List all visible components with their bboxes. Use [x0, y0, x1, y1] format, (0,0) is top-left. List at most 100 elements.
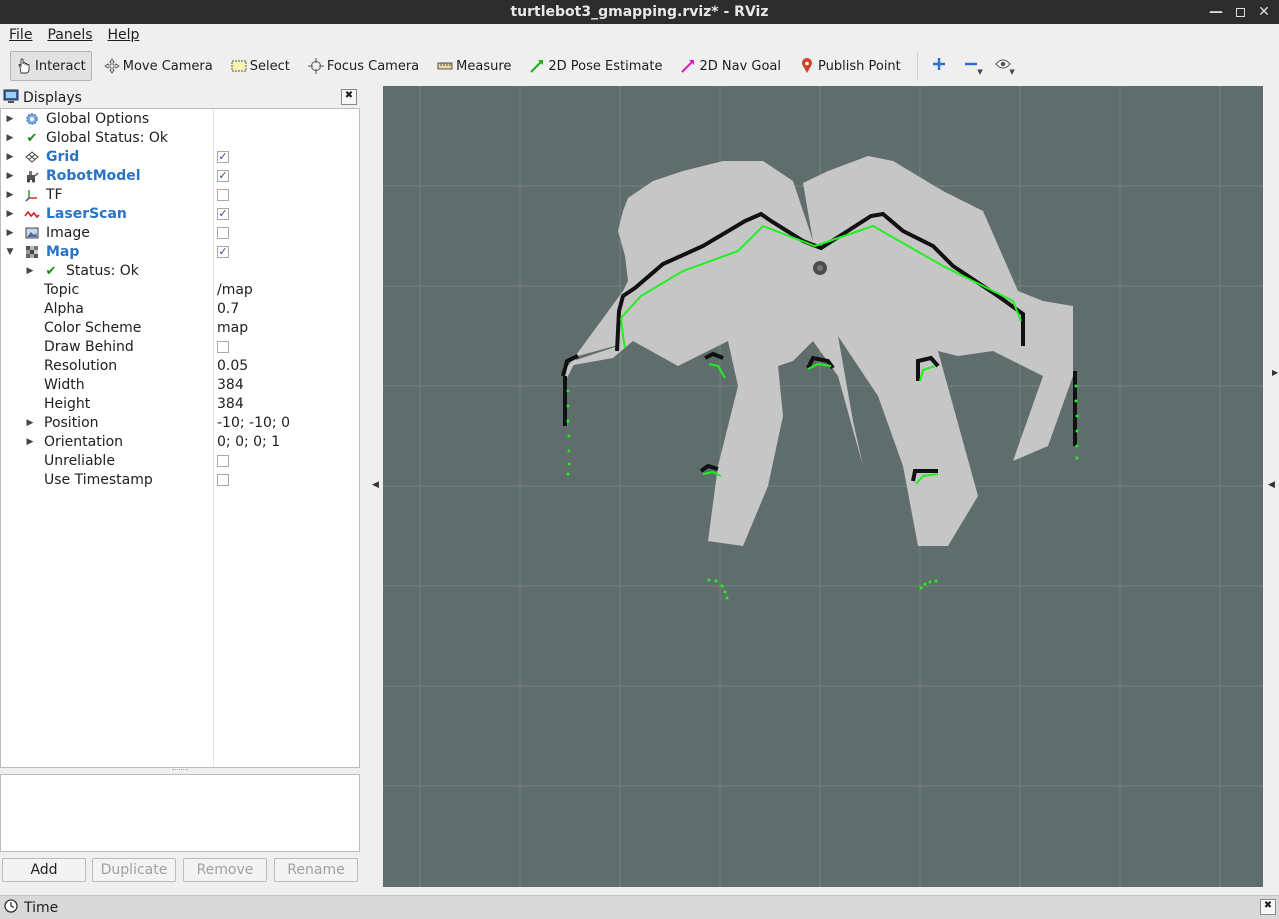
- map-width-value: 384: [217, 377, 244, 393]
- menu-panels[interactable]: Panels: [38, 27, 98, 43]
- robot-marker: [813, 261, 827, 275]
- map-position-value: -10; -10; 0: [217, 415, 290, 431]
- map-height-row[interactable]: Height 384: [1, 395, 359, 414]
- window-titlebar: turtlebot3_gmapping.rviz* - RViz — ✕: [0, 0, 1279, 24]
- focus-camera-tool-button[interactable]: Focus Camera: [302, 51, 425, 81]
- select-tool-button[interactable]: Select: [225, 51, 296, 81]
- use-timestamp-checkbox[interactable]: [217, 474, 229, 486]
- rename-button[interactable]: Rename: [274, 858, 358, 882]
- map-pin-icon: [798, 57, 816, 75]
- displays-close-button[interactable]: ✖: [341, 89, 357, 105]
- robot-icon: [24, 168, 40, 184]
- tree-row-image[interactable]: ▶ Image: [1, 224, 359, 243]
- dropdown-arrow-icon: ▼: [977, 68, 983, 76]
- viewport-canvas[interactable]: [383, 86, 1263, 887]
- draw-behind-checkbox[interactable]: [217, 341, 229, 353]
- grid-enable-checkbox[interactable]: ✓: [217, 151, 229, 163]
- time-close-button[interactable]: ✖: [1260, 899, 1276, 915]
- map-position-row[interactable]: ▶ Position -10; -10; 0: [1, 414, 359, 433]
- eye-icon: [995, 58, 1011, 74]
- unreliable-checkbox[interactable]: [217, 455, 229, 467]
- displays-title: Displays: [23, 90, 82, 106]
- image-enable-checkbox[interactable]: [217, 227, 229, 239]
- map-enable-checkbox[interactable]: ✓: [217, 246, 229, 258]
- remove-tool-button[interactable]: ▼: [958, 51, 984, 81]
- displays-tree: ▶ Global Options ▶ ✔ Global Status: Ok ▶…: [0, 108, 360, 768]
- laser-wave-icon: [24, 206, 40, 222]
- map-alpha-value[interactable]: 0.7: [217, 300, 239, 319]
- tree-row-grid[interactable]: ▶ Grid ✓: [1, 148, 359, 167]
- expand-arrow-icon[interactable]: ▶: [25, 414, 35, 433]
- checkmark-icon: ✔: [45, 263, 57, 279]
- expand-right-arrow-icon[interactable]: ▶: [1272, 368, 1278, 377]
- render-viewport[interactable]: [383, 86, 1263, 887]
- map-orientation-row[interactable]: ▶ Orientation 0; 0; 0; 1: [1, 433, 359, 452]
- monitor-icon: [3, 88, 19, 108]
- map-status-row[interactable]: ▶ ✔ Status: Ok: [1, 262, 359, 281]
- nav-goal-tool-button[interactable]: 2D Nav Goal: [674, 51, 787, 81]
- tree-row-laserscan[interactable]: ▶ LaserScan ✓: [1, 205, 359, 224]
- map-alpha-row[interactable]: Alpha 0.7: [1, 300, 359, 319]
- measure-tool-button[interactable]: Measure: [431, 51, 517, 81]
- tree-row-global-status[interactable]: ▶ ✔ Global Status: Ok: [1, 129, 359, 148]
- map-color-scheme-row[interactable]: Color Scheme map: [1, 319, 359, 338]
- map-resolution-value: 0.05: [217, 358, 249, 374]
- map-color-scheme-value[interactable]: map: [217, 319, 248, 338]
- expand-arrow-icon[interactable]: ▶: [5, 129, 15, 148]
- minimize-button[interactable]: —: [1207, 2, 1225, 22]
- map-topic-value[interactable]: /map: [217, 281, 253, 300]
- dropdown-arrow-icon: ▼: [1009, 68, 1015, 76]
- tree-row-robotmodel[interactable]: ▶ RobotModel ✓: [1, 167, 359, 186]
- map-topic-row[interactable]: Topic /map: [1, 281, 359, 300]
- pose-estimate-tool-button[interactable]: 2D Pose Estimate: [523, 51, 668, 81]
- checkmark-icon: ✔: [26, 130, 38, 146]
- expand-arrow-icon[interactable]: ▶: [5, 110, 15, 129]
- collapse-arrow-icon[interactable]: ▼: [5, 243, 15, 262]
- clock-icon: [4, 898, 20, 917]
- view-tool-button[interactable]: ▼: [990, 51, 1016, 81]
- tf-enable-checkbox[interactable]: [217, 189, 229, 201]
- interact-tool-button[interactable]: Interact: [10, 51, 92, 81]
- tree-row-global-options[interactable]: ▶ Global Options: [1, 110, 359, 129]
- duplicate-button[interactable]: Duplicate: [92, 858, 176, 882]
- map-unreliable-row[interactable]: Unreliable: [1, 452, 359, 471]
- expand-arrow-icon[interactable]: ▶: [5, 167, 15, 186]
- tree-row-map[interactable]: ▼ Map ✓: [1, 243, 359, 262]
- collapse-right-arrow-icon[interactable]: ◀: [1268, 480, 1275, 490]
- map-width-row[interactable]: Width 384: [1, 376, 359, 395]
- move-camera-tool-button[interactable]: Move Camera: [98, 51, 219, 81]
- map-use-timestamp-row[interactable]: Use Timestamp: [1, 471, 359, 490]
- expand-arrow-icon[interactable]: ▶: [5, 224, 15, 243]
- map-resolution-row[interactable]: Resolution 0.05: [1, 357, 359, 376]
- map-draw-behind-row[interactable]: Draw Behind: [1, 338, 359, 357]
- remove-button[interactable]: Remove: [183, 858, 267, 882]
- expand-arrow-icon[interactable]: ▶: [5, 148, 15, 167]
- move-arrows-icon: [103, 57, 121, 75]
- menu-file[interactable]: File: [0, 27, 38, 43]
- expand-arrow-icon[interactable]: ▶: [25, 262, 35, 281]
- add-tool-button[interactable]: [926, 51, 952, 81]
- plus-icon: [932, 57, 946, 75]
- time-title: Time: [24, 899, 59, 916]
- publish-point-tool-button[interactable]: Publish Point: [793, 51, 907, 81]
- menu-help[interactable]: Help: [99, 27, 146, 43]
- occupancy-map: [563, 156, 1073, 546]
- laserscan-enable-checkbox[interactable]: ✓: [217, 208, 229, 220]
- ruler-icon: [436, 57, 454, 75]
- tool-bar: Interact Move Camera Select Focus Camera…: [0, 46, 1279, 86]
- axes-icon: [24, 187, 40, 203]
- select-box-icon: [230, 57, 248, 75]
- maximize-button[interactable]: [1231, 2, 1249, 22]
- close-button[interactable]: ✕: [1255, 2, 1273, 22]
- hand-pointer-icon: [15, 57, 33, 75]
- pink-arrow-icon: [679, 57, 697, 75]
- expand-arrow-icon[interactable]: ▶: [5, 205, 15, 224]
- add-button[interactable]: Add: [2, 858, 86, 882]
- map-grid-icon: [24, 244, 40, 260]
- map-orientation-value: 0; 0; 0; 1: [217, 434, 281, 450]
- robotmodel-enable-checkbox[interactable]: ✓: [217, 170, 229, 182]
- tree-row-tf[interactable]: ▶ TF: [1, 186, 359, 205]
- collapse-left-arrow-icon[interactable]: ◀: [372, 480, 379, 490]
- expand-arrow-icon[interactable]: ▶: [5, 186, 15, 205]
- expand-arrow-icon[interactable]: ▶: [25, 433, 35, 452]
